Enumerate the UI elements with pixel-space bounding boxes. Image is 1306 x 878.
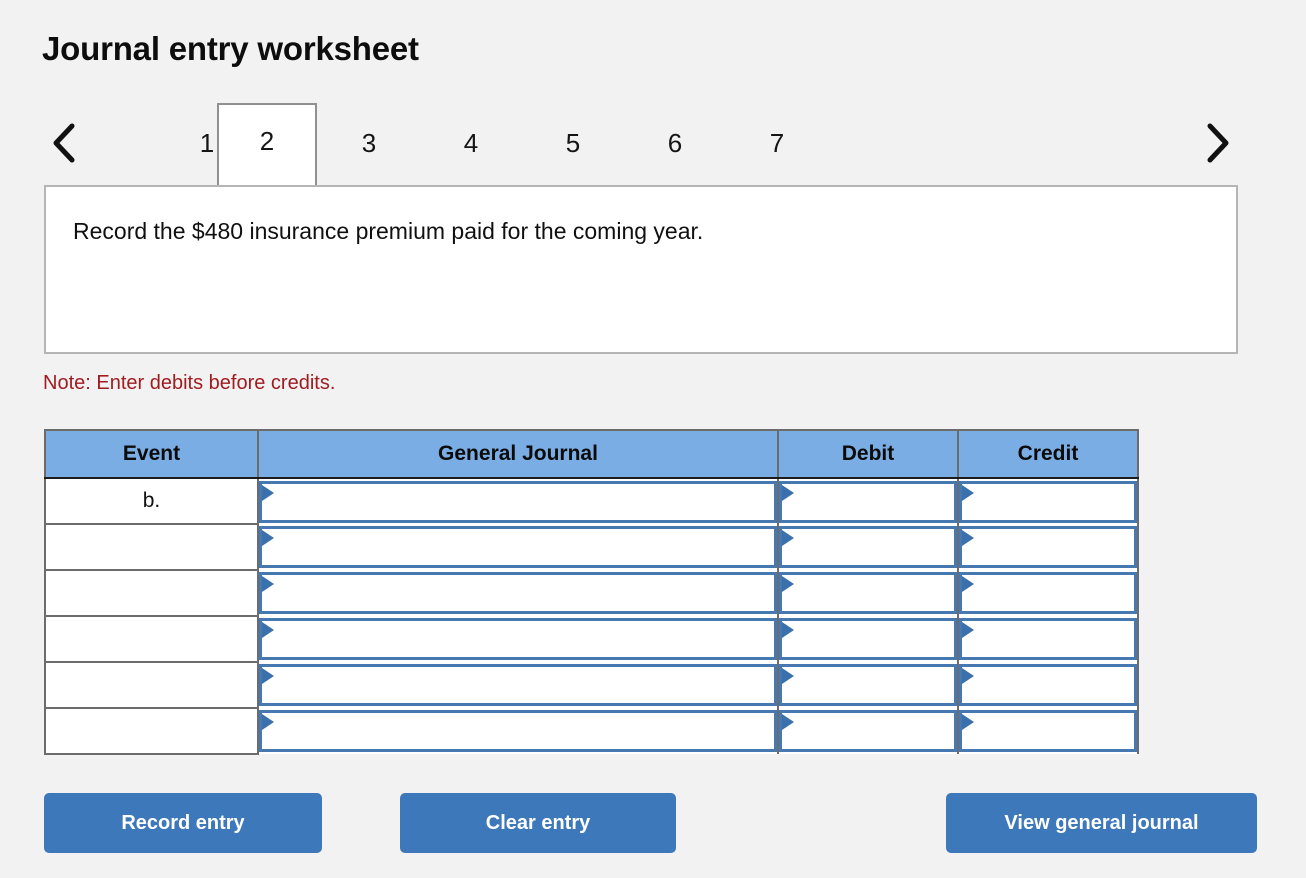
table-row <box>44 615 1139 663</box>
credit-input[interactable] <box>959 618 1137 660</box>
debit-cell[interactable] <box>777 662 959 708</box>
credit-input[interactable] <box>959 710 1137 752</box>
credit-cell[interactable] <box>957 478 1139 524</box>
general-journal-input[interactable] <box>259 618 777 660</box>
journal-entry-table: Event General Journal Debit Credit b. <box>44 429 1139 755</box>
general-journal-cell[interactable] <box>257 570 779 616</box>
dropdown-marker-icon <box>262 576 274 592</box>
dropdown-marker-icon <box>262 622 274 638</box>
column-header-debit: Debit <box>777 429 959 479</box>
column-header-credit: Credit <box>957 429 1139 479</box>
credit-cell[interactable] <box>957 662 1139 708</box>
credit-cell[interactable] <box>957 708 1139 754</box>
debit-input[interactable] <box>779 710 957 752</box>
tab-5[interactable]: 5 <box>533 116 613 170</box>
credit-input[interactable] <box>959 572 1137 614</box>
general-journal-cell[interactable] <box>257 708 779 754</box>
journal-entry-worksheet-page: Journal entry worksheet 1 2 3 4 5 6 7 Re… <box>0 0 1306 878</box>
dropdown-marker-icon <box>782 576 794 592</box>
dropdown-marker-icon <box>962 576 974 592</box>
general-journal-input[interactable] <box>259 710 777 752</box>
credit-cell[interactable] <box>957 616 1139 662</box>
chevron-left-icon[interactable] <box>42 117 86 169</box>
chevron-right-icon[interactable] <box>1196 117 1240 169</box>
dropdown-marker-icon <box>782 668 794 684</box>
debit-input[interactable] <box>779 526 957 568</box>
debit-cell[interactable] <box>777 478 959 524</box>
worksheet-tabbar: 1 2 3 4 5 6 7 <box>42 103 1240 185</box>
event-cell <box>44 707 259 755</box>
table-header-row: Event General Journal Debit Credit <box>44 429 1139 479</box>
general-journal-cell[interactable] <box>257 662 779 708</box>
dropdown-marker-icon <box>962 530 974 546</box>
debits-before-credits-note: Note: Enter debits before credits. <box>43 372 336 394</box>
credit-cell[interactable] <box>957 570 1139 616</box>
debit-input[interactable] <box>779 664 957 706</box>
event-cell: b. <box>44 477 259 525</box>
view-general-journal-button[interactable]: View general journal <box>946 793 1257 853</box>
instruction-panel: Record the $480 insurance premium paid f… <box>44 185 1238 354</box>
general-journal-cell[interactable] <box>257 524 779 570</box>
tab-4[interactable]: 4 <box>431 116 511 170</box>
credit-input[interactable] <box>959 526 1137 568</box>
general-journal-cell[interactable] <box>257 616 779 662</box>
table-row <box>44 707 1139 755</box>
column-header-event: Event <box>44 429 259 479</box>
dropdown-marker-icon <box>782 622 794 638</box>
table-row <box>44 523 1139 571</box>
tab-3[interactable]: 3 <box>329 116 409 170</box>
general-journal-input[interactable] <box>259 526 777 568</box>
event-cell <box>44 615 259 663</box>
dropdown-marker-icon <box>962 484 974 501</box>
table-row <box>44 569 1139 617</box>
tab-6[interactable]: 6 <box>635 116 715 170</box>
dropdown-marker-icon <box>962 668 974 684</box>
instruction-text: Record the $480 insurance premium paid f… <box>73 218 704 244</box>
dropdown-marker-icon <box>962 714 974 730</box>
dropdown-marker-icon <box>782 484 794 501</box>
dropdown-marker-icon <box>262 484 274 501</box>
debit-input[interactable] <box>779 480 957 523</box>
record-entry-button[interactable]: Record entry <box>44 793 322 853</box>
general-journal-input[interactable] <box>259 664 777 706</box>
debit-cell[interactable] <box>777 570 959 616</box>
page-title: Journal entry worksheet <box>42 30 419 67</box>
dropdown-marker-icon <box>262 530 274 546</box>
event-cell <box>44 569 259 617</box>
debit-input[interactable] <box>779 572 957 614</box>
debit-input[interactable] <box>779 618 957 660</box>
debit-cell[interactable] <box>777 708 959 754</box>
tab-2[interactable]: 2 <box>217 103 317 185</box>
credit-input[interactable] <box>959 664 1137 706</box>
table-row <box>44 661 1139 709</box>
column-header-general-journal: General Journal <box>257 429 779 479</box>
dropdown-marker-icon <box>962 622 974 638</box>
general-journal-input[interactable] <box>259 480 777 523</box>
credit-input[interactable] <box>959 480 1137 523</box>
event-cell <box>44 523 259 571</box>
dropdown-marker-icon <box>262 714 274 730</box>
event-cell <box>44 661 259 709</box>
dropdown-marker-icon <box>782 530 794 546</box>
debit-cell[interactable] <box>777 524 959 570</box>
general-journal-cell[interactable] <box>257 478 779 524</box>
dropdown-marker-icon <box>782 714 794 730</box>
clear-entry-button[interactable]: Clear entry <box>400 793 676 853</box>
table-row: b. <box>44 477 1139 525</box>
debit-cell[interactable] <box>777 616 959 662</box>
tab-7[interactable]: 7 <box>737 116 817 170</box>
dropdown-marker-icon <box>262 668 274 684</box>
general-journal-input[interactable] <box>259 572 777 614</box>
credit-cell[interactable] <box>957 524 1139 570</box>
